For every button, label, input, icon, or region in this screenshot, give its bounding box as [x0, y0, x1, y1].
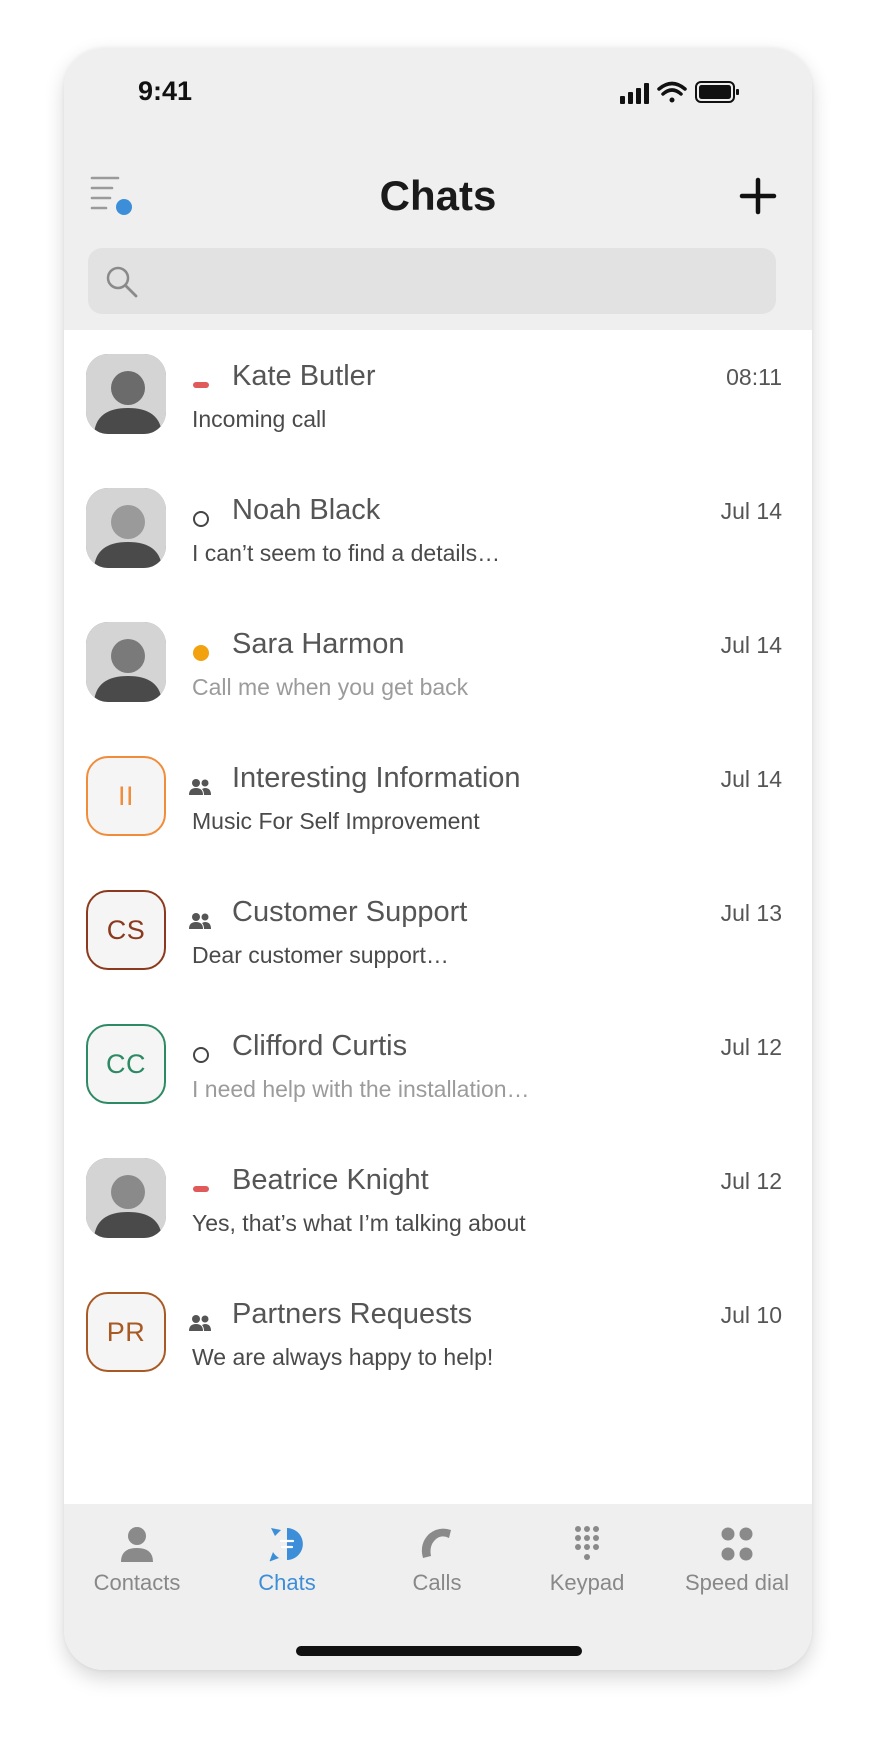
chat-bubble-icon — [269, 1528, 303, 1562]
chat-time: Jul 12 — [720, 1034, 782, 1060]
chat-row[interactable]: Beatrice Knight Jul 12 Yes, that’s what I’… — [64, 1134, 812, 1268]
chat-row[interactable]: CS Customer Support Jul 13 Dear customer su… — [64, 866, 812, 1000]
page-title: Chats — [379, 172, 497, 219]
avatar: PR — [86, 1292, 166, 1372]
chat-name: Interesting Information — [232, 762, 521, 794]
group-icon — [189, 913, 211, 929]
chat-time: 08:11 — [726, 364, 782, 390]
tab-label: Speed dial — [685, 1570, 789, 1595]
chat-time: Jul 13 — [720, 900, 782, 926]
avatar-photo — [86, 622, 166, 702]
search-input[interactable] — [148, 248, 762, 316]
phone-handset-icon — [421, 1528, 451, 1558]
avatar-photo — [86, 488, 166, 568]
chat-name: Clifford Curtis — [232, 1030, 408, 1062]
avatar: CS — [86, 890, 166, 970]
avatar-photo — [86, 1158, 166, 1238]
tab-label: Contacts — [93, 1570, 181, 1595]
avatar: II — [86, 756, 166, 836]
chat-row[interactable]: Sara Harmon Jul 14 Call me when you get ba… — [64, 598, 812, 732]
chat-name: Kate Butler — [232, 360, 376, 392]
tab-label: Chats — [258, 1570, 316, 1595]
avatar-initials: CS — [106, 914, 146, 945]
new-chat-button[interactable] — [738, 176, 778, 216]
group-icon — [189, 1315, 211, 1331]
tab-label: Calls — [412, 1570, 462, 1595]
chat-time: Jul 14 — [720, 766, 782, 792]
chat-row[interactable]: Noah Black Jul 14 I can’t seem to find a d… — [64, 464, 812, 598]
home-indicator — [296, 1646, 582, 1656]
chat-name: Beatrice Knight — [232, 1164, 429, 1196]
battery-icon — [695, 81, 739, 103]
chat-row[interactable]: II Interesting Information Jul 14 Music For… — [64, 732, 812, 866]
busy-status-icon — [193, 1186, 209, 1192]
avatar — [86, 488, 166, 568]
chat-time: Jul 12 — [720, 1168, 782, 1194]
busy-status-icon — [193, 382, 209, 388]
chat-preview: Music For Self Improvement — [192, 808, 480, 834]
top-bar: 9:41 Chats — [64, 48, 812, 330]
chat-row[interactable]: PR Partners Requests Jul 10 We are always h… — [64, 1268, 812, 1402]
chat-preview: Incoming call — [192, 406, 327, 432]
group-icon — [189, 779, 211, 795]
chat-preview: Dear customer support… — [192, 942, 449, 968]
avatar: CC — [86, 1024, 166, 1104]
offline-status-icon — [193, 1047, 209, 1063]
avatar-photo — [86, 354, 166, 434]
status-bar-time: 9:41 — [138, 76, 193, 106]
avatar-initials: PR — [106, 1316, 146, 1347]
person-icon — [121, 1527, 153, 1562]
chat-preview: I need help with the installation… — [192, 1076, 530, 1102]
tab-calls[interactable]: Calls — [362, 1524, 512, 1604]
plus-icon — [739, 177, 777, 215]
avatar-initials: II — [117, 780, 134, 811]
chat-name: Noah Black — [232, 494, 381, 526]
search-bar[interactable] — [88, 248, 776, 316]
tab-contacts[interactable]: Contacts — [64, 1524, 212, 1604]
chat-name: Sara Harmon — [232, 628, 405, 660]
avatar-initials: CC — [106, 1048, 146, 1079]
speed-dial-icon — [721, 1527, 753, 1561]
tab-speed-dial[interactable]: Speed dial — [662, 1524, 812, 1604]
avatar — [86, 622, 166, 702]
chat-preview: Yes, that’s what I’m talking about — [192, 1210, 526, 1236]
chat-name: Partners Requests — [232, 1298, 473, 1330]
keypad-icon — [575, 1526, 599, 1560]
status-bar-icons — [620, 81, 739, 104]
chat-row[interactable]: CC Clifford Curtis Jul 12 I need help with … — [64, 1000, 812, 1134]
avatar — [86, 1158, 166, 1238]
chat-name: Customer Support — [232, 896, 468, 928]
chat-time: Jul 10 — [720, 1302, 782, 1328]
away-status-icon — [193, 645, 209, 661]
chat-list: Kate Butler 08:11 Incoming call Noah Black J… — [64, 330, 812, 1402]
chat-time: Jul 14 — [720, 632, 782, 658]
wifi-icon — [657, 81, 687, 103]
offline-status-icon — [193, 511, 209, 527]
search-icon — [106, 266, 138, 298]
signal-icon — [620, 83, 649, 104]
tab-keypad[interactable]: Keypad — [512, 1524, 662, 1604]
phone-screen: 9:41 Chats Kate Butler 08:11 Incoming ca… — [64, 48, 812, 1670]
chat-preview: I can’t seem to find a details… — [192, 540, 501, 566]
chat-time: Jul 14 — [720, 498, 782, 524]
tab-chats[interactable]: Chats — [212, 1524, 362, 1604]
avatar — [86, 354, 166, 434]
tab-label: Keypad — [549, 1570, 625, 1595]
chat-row[interactable]: Kate Butler 08:11 Incoming call — [64, 330, 812, 464]
chat-preview: We are always happy to help! — [192, 1344, 494, 1370]
chat-preview: Call me when you get back — [192, 674, 469, 700]
